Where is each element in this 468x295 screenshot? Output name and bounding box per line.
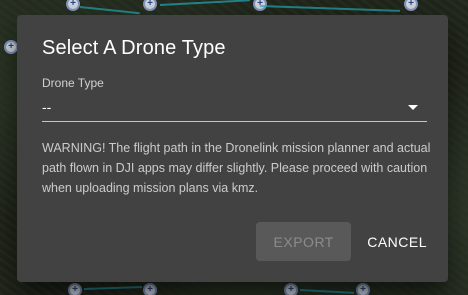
dialog-actions: EXPORT CANCEL bbox=[256, 222, 435, 261]
drone-type-value: -- bbox=[42, 99, 52, 115]
waypoint-marker-icon: + bbox=[4, 40, 18, 54]
export-button[interactable]: EXPORT bbox=[256, 222, 352, 261]
dropdown-arrow-icon[interactable] bbox=[408, 105, 418, 110]
select-drone-type-dialog: Select A Drone Type Drone Type -- WARNIN… bbox=[17, 15, 448, 282]
dialog-title: Select A Drone Type bbox=[42, 37, 226, 59]
select-underline bbox=[42, 121, 427, 122]
waypoint-marker-icon: + bbox=[68, 283, 82, 295]
drone-type-select[interactable]: Drone Type -- bbox=[42, 76, 427, 122]
warning-text: WARNING! The flight path in the Dronelin… bbox=[42, 141, 431, 195]
cancel-button[interactable]: CANCEL bbox=[359, 222, 435, 261]
waypoint-marker-icon: + bbox=[284, 283, 298, 295]
waypoint-marker-icon: + bbox=[356, 283, 370, 295]
drone-type-label: Drone Type bbox=[42, 76, 104, 90]
waypoint-marker-icon: + bbox=[143, 283, 157, 295]
